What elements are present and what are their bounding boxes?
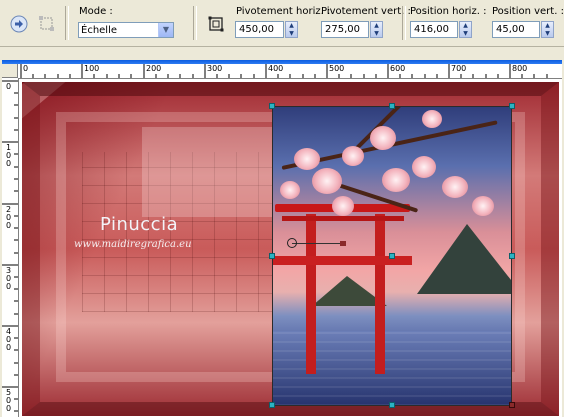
toolbar-separator xyxy=(65,6,69,40)
pivot-h-spinner[interactable]: ▲ ▼ xyxy=(285,21,298,38)
rotation-pivot-line xyxy=(292,243,344,244)
pos-h-input[interactable]: 416,00 xyxy=(410,21,458,38)
ruler-tick-label: 3 0 0 xyxy=(6,266,12,291)
ruler-tick-label: 600 xyxy=(390,64,406,73)
horizontal-ruler: 0 100 200 300 400 500 600 700 800 xyxy=(18,64,562,79)
pos-v-input[interactable]: 45,00 xyxy=(492,21,540,38)
ruler-tick-label: 0 xyxy=(23,64,29,73)
resize-handle-bottom[interactable] xyxy=(389,402,395,408)
pick-tool-icon[interactable] xyxy=(204,12,228,36)
rotation-handle[interactable] xyxy=(340,241,346,246)
watermark-name: Pinuccia xyxy=(100,214,179,235)
chevron-down-icon[interactable]: ▼ xyxy=(158,23,173,37)
ruler-tick-label: 5 0 0 xyxy=(6,388,12,413)
ruler-tick-label: 200 xyxy=(146,64,162,73)
background-highlight xyxy=(142,127,282,217)
image-canvas[interactable]: Pinuccia www.maidiregrafica.eu xyxy=(22,82,559,416)
ruler-tick-label: 400 xyxy=(268,64,284,73)
ruler-tick-label: 2 0 0 xyxy=(6,205,12,230)
pivot-h-input[interactable]: 450,00 xyxy=(235,21,284,38)
pos-h-spinner[interactable]: ▲ ▼ xyxy=(459,21,472,38)
apply-icon[interactable] xyxy=(7,12,31,36)
ruler-corner xyxy=(2,64,18,78)
ruler-tick-label: 500 xyxy=(329,64,345,73)
ruler-tick-label: 700 xyxy=(451,64,467,73)
resize-handle-left[interactable] xyxy=(269,253,275,259)
resize-handle-bottom-right[interactable] xyxy=(509,402,515,408)
pivot-v-label: Pivotement vert. : xyxy=(321,6,411,17)
ruler-tick-label: 300 xyxy=(207,64,223,73)
resize-handle-right[interactable] xyxy=(509,253,515,259)
toolbar-separator xyxy=(402,6,406,40)
deform-icon[interactable] xyxy=(35,12,59,36)
pivot-v-input[interactable]: 275,00 xyxy=(321,21,369,38)
ruler-tick-label: 0 xyxy=(6,82,12,91)
resize-handle-top-left[interactable] xyxy=(269,103,275,109)
mode-select[interactable]: Échelle ▼ xyxy=(78,22,174,38)
document-window: 0 100 200 300 400 500 600 700 800 0 1 0 … xyxy=(2,60,562,417)
center-handle[interactable] xyxy=(389,253,395,259)
pos-v-spinner[interactable]: ▲ ▼ xyxy=(541,21,554,38)
pos-v-label: Position vert. : xyxy=(492,6,564,17)
mode-value: Échelle xyxy=(81,25,118,36)
pivot-v-spinner[interactable]: ▲ ▼ xyxy=(370,21,383,38)
tool-options-bar: Mode : Échelle ▼ Pivotement horiz. : 450… xyxy=(0,0,564,47)
ruler-tick-label: 800 xyxy=(512,64,528,73)
mode-label: Mode : xyxy=(79,6,113,17)
vertical-ruler: 0 1 0 0 2 0 0 3 0 0 4 0 0 5 0 0 xyxy=(2,78,19,417)
resize-handle-bottom-left[interactable] xyxy=(269,402,275,408)
pos-h-label: Position horiz. : xyxy=(410,6,487,17)
resize-handle-top-right[interactable] xyxy=(509,103,515,109)
toolbar-separator xyxy=(193,6,197,40)
ruler-tick-label: 100 xyxy=(84,64,100,73)
ruler-tick-label: 1 0 0 xyxy=(6,143,12,168)
resize-handle-top[interactable] xyxy=(389,103,395,109)
rotation-pivot-icon[interactable] xyxy=(287,238,297,248)
watermark-url: www.maidiregrafica.eu xyxy=(74,239,192,250)
pivot-h-label: Pivotement horiz. : xyxy=(236,6,331,17)
ruler-tick-label: 4 0 0 xyxy=(6,327,12,352)
